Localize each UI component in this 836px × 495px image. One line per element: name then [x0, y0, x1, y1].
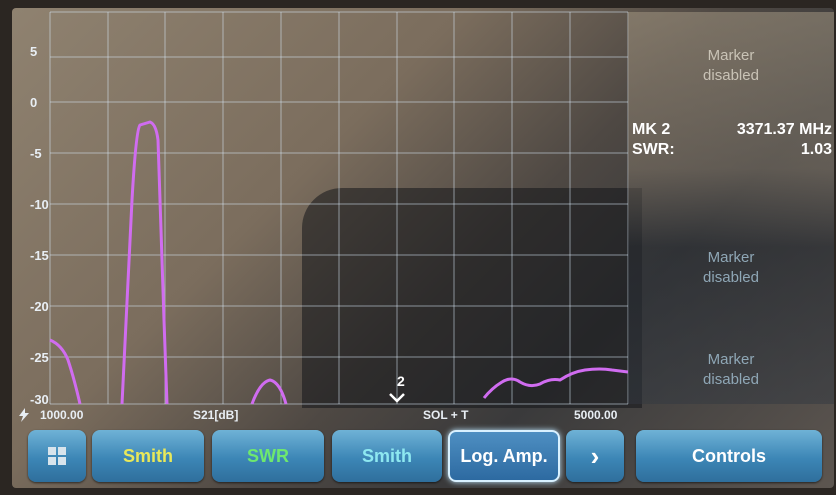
marker-slot-3-line2: disabled — [703, 269, 759, 286]
y-tick-label: 5 — [30, 44, 38, 59]
marker-2-readout[interactable]: MK 2 3371.37 MHz SWR: 1.03 — [632, 120, 832, 160]
controls-label: Controls — [692, 445, 766, 466]
marker-slot-4-line2: disabled — [703, 371, 759, 388]
marker-2-swr-value: 1.03 — [800, 141, 832, 158]
smith-yellow-button[interactable]: Smith — [92, 430, 204, 482]
smith-teal-button[interactable]: Smith — [332, 430, 442, 482]
calibration-status: SOL + T — [423, 408, 469, 422]
trace-parameter[interactable]: S21[dB] — [193, 408, 238, 422]
y-tick-label: 0 — [30, 95, 38, 110]
menu-button[interactable] — [28, 430, 86, 482]
marker-slot-1-line2: disabled — [703, 67, 759, 84]
y-tick-label: -25 — [30, 350, 49, 365]
marker-slot-3[interactable]: Marker disabled — [628, 248, 834, 288]
swr-label: SWR — [247, 445, 289, 466]
marker-slot-4-line1: Marker — [707, 351, 755, 368]
axis-status-bar: 1000.00 S21[dB] SOL + T 5000.00 — [18, 405, 630, 425]
y-tick-label: -10 — [30, 197, 49, 212]
chevron-right-icon: › — [590, 440, 600, 471]
marker-panel: Marker disabled Marker disabled Marker d… — [628, 12, 834, 404]
log-amp-label: Log. Amp. — [460, 445, 548, 466]
lightning-icon — [19, 408, 29, 422]
grid-icon — [48, 447, 66, 465]
marker-slot-1-line1: Marker — [707, 47, 755, 64]
stop-frequency: 5000.00 — [574, 408, 618, 422]
y-tick-label: -15 — [30, 248, 49, 263]
controls-button[interactable]: Controls — [636, 430, 822, 482]
plot-grid — [49, 11, 629, 405]
marker-2-label: 2 — [397, 373, 405, 389]
smith-teal-label: Smith — [361, 445, 412, 466]
smith-yellow-label: Smith — [122, 445, 173, 466]
log-amp-button[interactable]: Log. Amp. — [448, 430, 560, 482]
marker-slot-1[interactable]: Marker disabled — [628, 46, 834, 86]
marker-slot-4[interactable]: Marker disabled — [628, 350, 834, 390]
y-tick-label: -5 — [30, 146, 42, 161]
marker-2-title: MK 2 — [632, 121, 671, 138]
marker-2-swr-label: SWR: — [632, 141, 675, 158]
marker-2-frequency: 3371.37 MHz — [736, 121, 832, 138]
marker-slot-3-line1: Marker — [707, 249, 755, 266]
next-page-button[interactable]: › — [566, 430, 624, 482]
y-tick-label: -20 — [30, 299, 49, 314]
start-frequency: 1000.00 — [40, 408, 84, 422]
swr-button[interactable]: SWR — [212, 430, 324, 482]
